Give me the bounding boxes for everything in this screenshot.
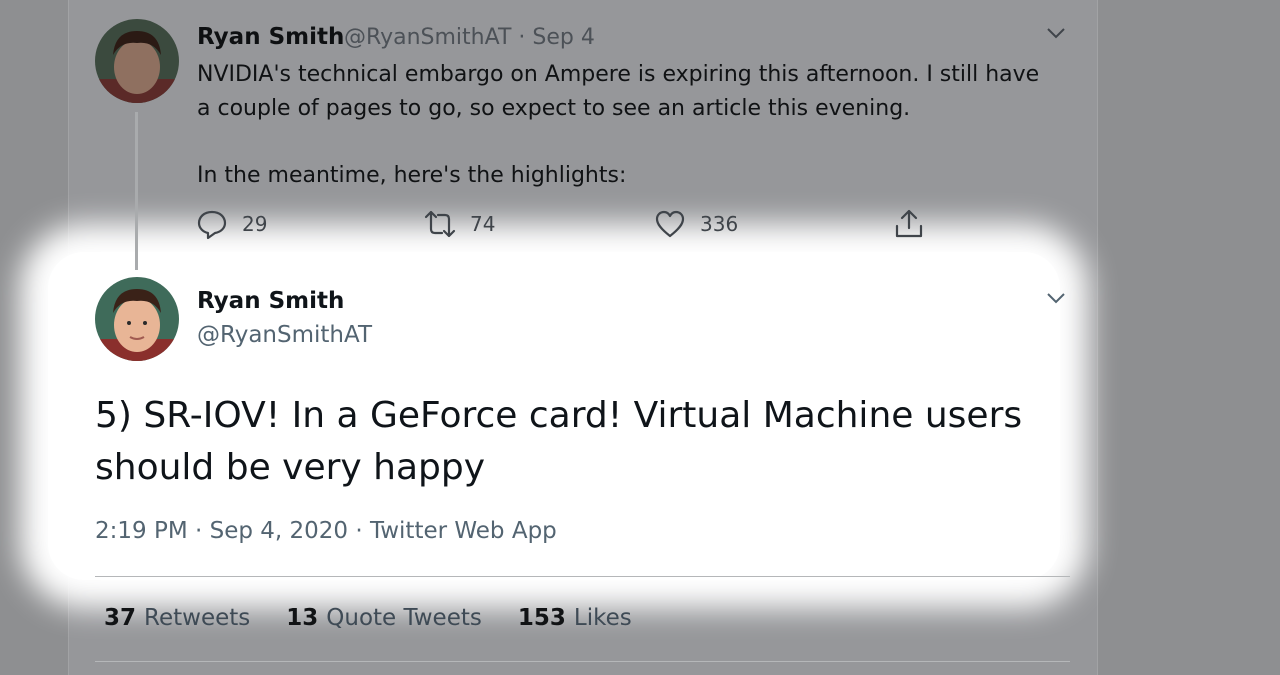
tweet-actions: 29 74 336 [0,208,1000,248]
chevron-down-icon[interactable] [1045,287,1067,309]
author-handle[interactable]: @RyanSmithAT [197,322,372,348]
retweets-stat[interactable]: 37 Retweets [104,605,250,631]
likes-label: Likes [573,605,632,631]
retweets-count: 37 [104,605,137,631]
retweets-label: Retweets [144,605,251,631]
chevron-down-icon[interactable] [1045,22,1067,44]
retweet-button[interactable]: 74 [424,208,495,240]
reply-button[interactable]: 29 [196,208,267,240]
reply-count: 29 [242,212,268,236]
retweet-icon [424,210,456,238]
divider [95,576,1070,577]
quote-tweets-stat[interactable]: 13 Quote Tweets [286,605,482,631]
retweet-count: 74 [470,212,496,236]
reply-icon [197,210,227,240]
divider [95,661,1070,662]
tweet-text: 5) SR-IOV! In a GeForce card! Virtual Ma… [95,395,1023,488]
tweet-line: a couple of pages to go, so expect to se… [197,96,911,121]
share-icon [895,209,923,238]
quote-count: 13 [286,605,319,631]
tweet-line: In the meantime, here's the highlights: [197,163,627,188]
tweet-line: NVIDIA's technical embargo on Ampere is … [197,62,1040,87]
like-button[interactable]: 336 [654,208,738,240]
avatar[interactable] [95,19,179,103]
heart-icon [655,210,685,238]
likes-stat[interactable]: 153 Likes [518,605,632,631]
tweet-body: NVIDIA's technical embargo on Ampere is … [197,58,1087,193]
quote-label: Quote Tweets [326,605,482,631]
like-count: 336 [700,212,739,236]
tweet-timestamp[interactable]: 2:19 PM · Sep 4, 2020 · Twitter Web App [95,518,557,544]
author-name[interactable]: Ryan Smith [197,24,344,50]
share-button[interactable] [893,208,939,240]
engagement-stats: 37 Retweets 13 Quote Tweets 153 Likes [104,605,668,631]
handle-and-date[interactable]: @RyanSmithAT · Sep 4 [344,25,595,50]
avatar[interactable] [95,277,179,361]
author-name[interactable]: Ryan Smith [197,288,344,314]
likes-count: 153 [517,605,566,631]
